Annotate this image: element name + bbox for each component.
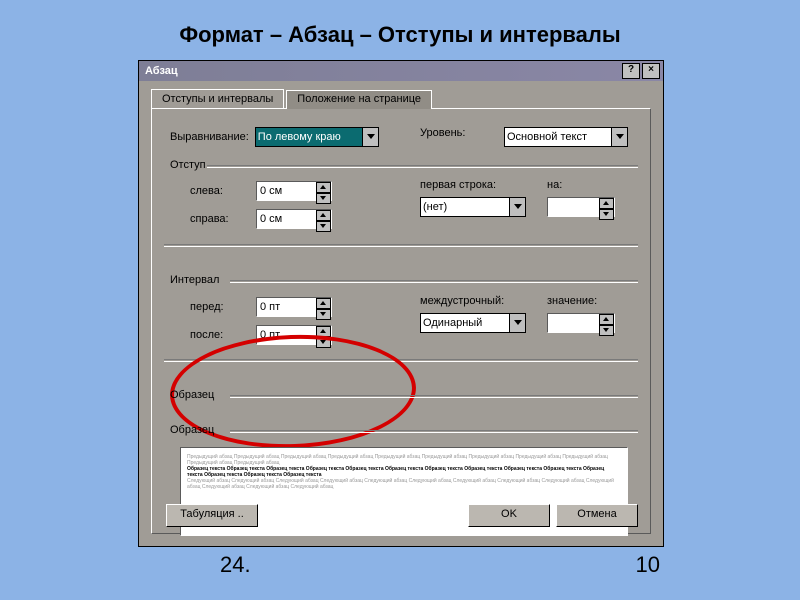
close-button[interactable]: × [642, 63, 660, 79]
before-input[interactable]: 0 пт [256, 297, 332, 317]
spin-up-icon[interactable] [316, 210, 331, 221]
dropdown-arrow-icon [509, 314, 525, 332]
by1-input[interactable] [547, 197, 615, 217]
spin-down-icon[interactable] [599, 209, 614, 220]
alignment-label: Выравнивание: [170, 131, 249, 143]
by1-label: на: [547, 179, 562, 191]
level-value: Основной текст [507, 131, 587, 143]
right-indent-input[interactable]: 0 см [256, 209, 332, 229]
spin-up-icon[interactable] [316, 298, 331, 309]
paragraph-dialog: Абзац ? × Отступы и интервалы Положение … [138, 60, 664, 547]
group-separator [230, 430, 638, 433]
alignment-value: По левому краю [258, 131, 341, 143]
interval-group-label: Интервал [170, 274, 219, 286]
left-indent-value: 0 см [260, 185, 282, 197]
level-select[interactable]: Основной текст [504, 127, 628, 147]
tab-panel: Выравнивание: По левому краю Уровень: Ос… [151, 108, 651, 534]
spin-down-icon[interactable] [316, 309, 331, 320]
page-number-right: 10 [636, 552, 660, 578]
title-bar: Абзац ? × [139, 61, 663, 81]
spin-down-icon[interactable] [316, 221, 331, 232]
spin-down-icon[interactable] [316, 193, 331, 204]
preview-main-text: Образец текста Образец текста Образец те… [187, 466, 621, 478]
after-label: после: [190, 329, 250, 341]
tab-indents[interactable]: Отступы и интервалы [151, 89, 284, 108]
by2-label: значение: [547, 295, 597, 307]
after-value: 0 пт [260, 329, 280, 341]
linespacing-label: междустрочный: [420, 295, 504, 307]
spin-down-icon[interactable] [599, 325, 614, 336]
level-label: Уровень: [420, 127, 465, 139]
spin-up-icon[interactable] [599, 198, 614, 209]
spin-up-icon[interactable] [316, 182, 331, 193]
dropdown-arrow-icon [611, 128, 627, 146]
sample-label2: Образец [170, 424, 214, 436]
before-value: 0 пт [260, 301, 280, 313]
group-separator [207, 165, 638, 168]
slide-title: Формат – Абзац – Отступы и интервалы [0, 22, 800, 48]
firstline-label: первая строка: [420, 179, 496, 191]
preview-grey-text: Предыдущий абзац Предыдущий абзац Предыд… [187, 454, 621, 466]
firstline-value: (нет) [423, 201, 447, 213]
linespacing-select[interactable]: Одинарный [420, 313, 526, 333]
sample-label: Образец [170, 389, 214, 401]
tabs-button[interactable]: Табуляция .. [166, 504, 258, 527]
right-indent-value: 0 см [260, 213, 282, 225]
right-indent-label: справа: [190, 213, 250, 225]
spin-up-icon[interactable] [316, 326, 331, 337]
by2-input[interactable] [547, 313, 615, 333]
after-input[interactable]: 0 пт [256, 325, 332, 345]
cancel-button[interactable]: Отмена [556, 504, 638, 527]
page-number-left: 24. [220, 552, 251, 578]
dropdown-arrow-icon [509, 198, 525, 216]
before-label: перед: [190, 301, 250, 313]
group-separator [230, 395, 638, 398]
group-separator [230, 280, 638, 283]
indent-group-label: Отступ [170, 159, 206, 171]
left-indent-label: слева: [190, 185, 250, 197]
separator [164, 359, 638, 362]
separator [164, 244, 638, 247]
spin-down-icon[interactable] [316, 337, 331, 348]
firstline-select[interactable]: (нет) [420, 197, 526, 217]
preview-grey-text: Следующий абзац Следующий абзац Следующи… [187, 478, 621, 490]
ok-button[interactable]: OK [468, 504, 550, 527]
dropdown-arrow-icon [362, 128, 378, 146]
spin-up-icon[interactable] [599, 314, 614, 325]
help-button[interactable]: ? [622, 63, 640, 79]
left-indent-input[interactable]: 0 см [256, 181, 332, 201]
tab-position[interactable]: Положение на странице [286, 90, 432, 109]
dialog-title: Абзац [142, 65, 178, 77]
linespacing-value: Одинарный [423, 317, 482, 329]
alignment-select[interactable]: По левому краю [255, 127, 379, 147]
